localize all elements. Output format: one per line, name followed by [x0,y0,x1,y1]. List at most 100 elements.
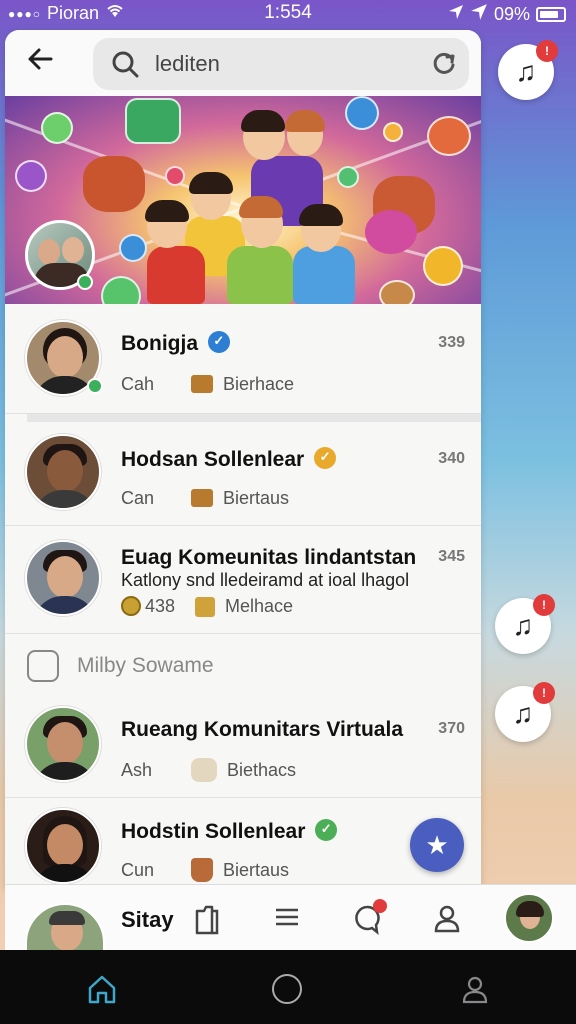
star-block-icon [125,98,181,144]
chat-title: Rueang Komunitars Virtuala [121,718,404,741]
account-avatar[interactable] [504,893,554,943]
chat-tag: Bierhace [223,374,295,394]
battery-percent: 09% [493,4,530,24]
search-input[interactable]: lediten [155,51,220,77]
section-title: Milby Sowame [77,654,214,677]
image-icon [195,597,215,617]
orange-bubble-icon [427,116,471,156]
notification-badge: ! [533,594,555,616]
scroll-icon [191,758,217,782]
folder-icon [191,489,213,507]
arrow-left-icon [28,48,53,70]
header: lediten [5,30,481,96]
clipboard-icon [195,905,219,935]
search-bar[interactable]: lediten [93,38,469,90]
location-arrow-icon [470,3,488,26]
chat-name: Hodstin Sollenlear [121,820,306,843]
chat-tag: Biertaus [223,488,290,508]
music-note-icon: ♫ [512,698,534,729]
chat-title: Euag Komeunitas lindantstan [121,546,417,569]
list-item[interactable]: Bonigja 339 Cah Bierhace [5,304,481,414]
chat-subtitle: Can [121,488,155,508]
tab-list[interactable] [271,903,303,935]
mascot-left [83,156,145,212]
chat-title: Hodsan Sollenlear [121,447,337,472]
avatar [25,540,101,616]
member-count: 345 [438,548,465,565]
music-bubble-icon [423,246,463,286]
battery-icon [536,7,566,22]
favorite-fab-button[interactable]: ★ [410,818,464,872]
chat-list: Bonigja 339 Cah Bierhace Hodsan Sollenle… [5,304,481,888]
verified-badge-icon [314,447,337,470]
chat-name: Hodsan Sollenlear [121,448,305,471]
avatar [25,434,101,510]
flower-bubble-icon [119,234,147,262]
coin-bubble-icon [379,280,415,304]
community-banner-image[interactable] [5,96,481,304]
star-bubble-icon [101,276,141,304]
chat-title: Hodstin Sollenlear [121,819,338,844]
chat-tag: Melhace [225,596,294,616]
member-count: 340 [438,450,465,467]
status-right: 09% [448,3,566,26]
home-circle-icon[interactable] [272,974,302,1004]
online-indicator [87,378,103,394]
chat-subtitle: Cah [121,374,155,394]
phone-bubble-icon [41,112,73,144]
member-count: 370 [438,720,465,737]
small-bubble-icon [337,166,359,188]
notification-badge: ! [533,682,555,704]
profile-label[interactable]: Sitay [121,907,174,933]
plant-pot-icon [191,858,213,882]
tab-bookmark[interactable] [191,903,223,935]
coin-count: 438 [145,596,176,616]
music-button[interactable]: ♫ ! [498,40,558,100]
edit-icon [27,650,59,682]
bottom-tab-bar: Sitay [5,884,576,965]
small-bubble-icon [165,166,185,186]
user-icon [434,905,460,933]
music-button[interactable]: ♫ ! [495,682,555,742]
status-bar: ●●●○ Pioran 1:554 09% [0,0,576,28]
chat-tag: Biertaus [223,860,290,880]
star-icon: ★ [425,830,449,860]
system-navigation-bar [0,950,576,1024]
tab-notifications[interactable] [351,899,387,935]
section-header: Milby Sowame [5,634,481,698]
small-bubble-icon [383,122,403,142]
coin-icon [121,596,141,616]
chat-tag: Biethacs [227,760,297,780]
tab-profile[interactable] [431,903,463,935]
home-icon[interactable] [86,974,118,1004]
list-item[interactable]: Euag Komeunitas lindantstan 345 Katlony … [5,526,481,634]
music-button[interactable]: ♫ ! [495,594,555,654]
chat-list-panel: lediten Bonigja ✓ 339 Cah Bierhace Hodsa… [5,30,481,888]
avatar [25,808,101,884]
refresh-icon[interactable] [431,51,457,77]
divider [27,414,481,422]
list-icon [276,908,298,926]
star-bubble-icon [15,160,47,192]
notification-dot [373,899,387,913]
folder-icon [191,375,213,393]
user-icon[interactable] [460,974,490,1004]
music-note-icon: ♫ [515,56,537,87]
search-icon [112,51,139,78]
chat-subtitle: Ash [121,760,153,780]
verified-badge-icon [315,819,338,842]
list-item[interactable]: Rueang Komunitars Virtuala 370 Ash Bieth… [5,698,481,798]
chat-name: Bonigja [121,332,198,355]
notification-badge: ! [536,40,558,62]
chat-description: Katlony snd lledeiramd at ioal lhagol [121,570,410,590]
mascot-potion [365,210,417,254]
chat-title: Bonigja [121,331,230,356]
list-item[interactable]: Hodsan Sollenlear 340 Can Biertaus [5,422,481,526]
location-icon [448,4,464,25]
member-count: 339 [438,334,465,351]
chat-subtitle: Cun [121,860,155,880]
back-button[interactable] [25,44,61,80]
online-indicator [77,274,93,290]
flower-bubble-icon [345,96,379,130]
avatar [25,706,101,782]
